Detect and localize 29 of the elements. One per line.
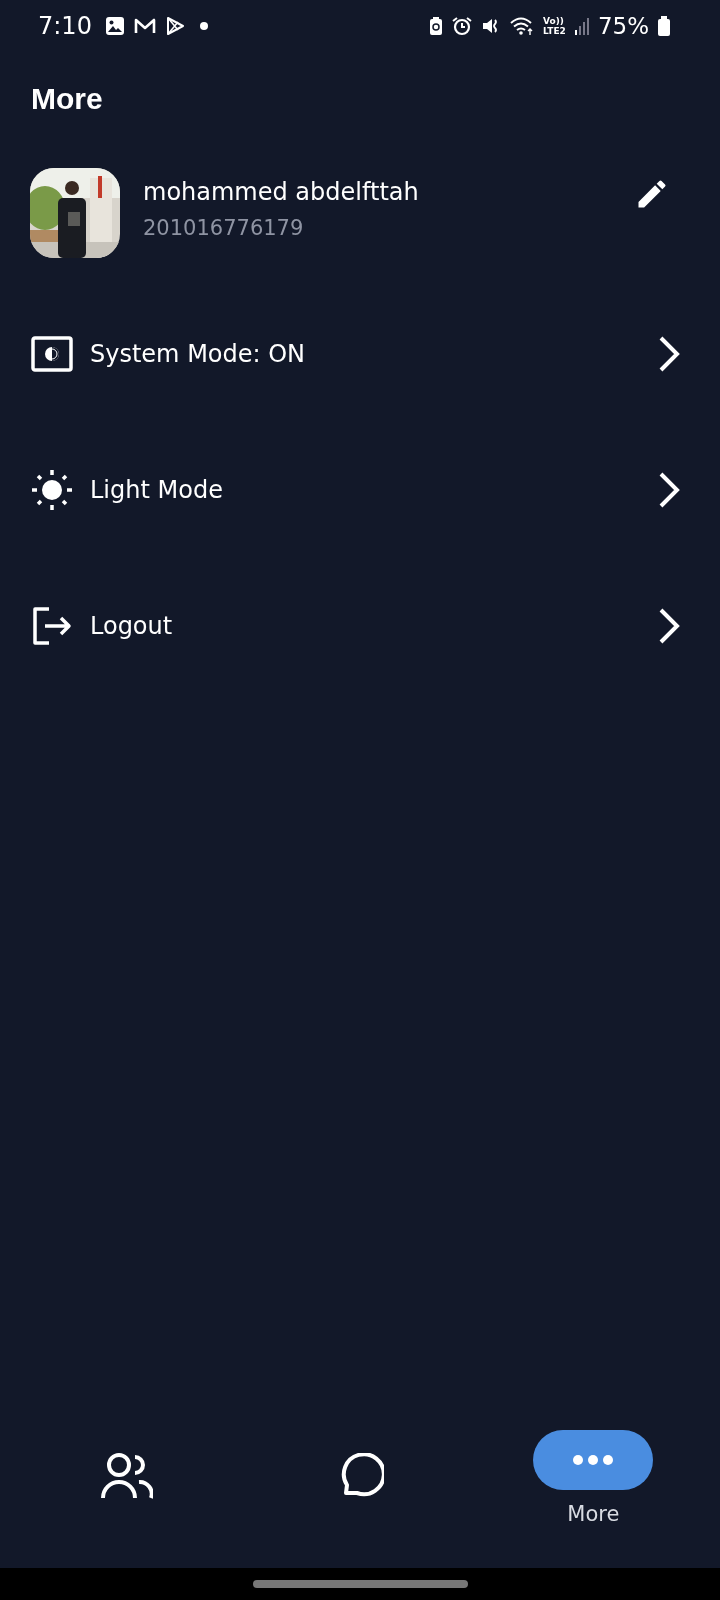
menu-item[interactable]: Light Mode: [0, 470, 720, 510]
people-icon: [100, 1452, 153, 1500]
battery-icon: [658, 16, 670, 36]
more-dots-icon: [573, 1455, 614, 1465]
dot-icon: [199, 22, 208, 30]
alarm-icon: [452, 16, 473, 36]
sun-icon: [31, 469, 73, 511]
logout-icon: [31, 607, 73, 645]
image-icon: [104, 16, 125, 36]
profile-phone: 201016776179: [143, 216, 305, 240]
profile-name: mohammed abdelfttah: [143, 178, 420, 206]
wifi-icon: [510, 16, 535, 36]
signal-icon: [574, 17, 589, 35]
menu-item[interactable]: Logout: [0, 606, 720, 646]
chevron-right-icon: [658, 607, 680, 645]
menu-item[interactable]: System Mode: ON: [0, 334, 720, 374]
volte-label: Vo)): [543, 16, 565, 26]
battery-percent: 75%: [597, 13, 649, 39]
battery-saver-icon: [429, 16, 444, 36]
nav-label: More: [567, 1502, 620, 1526]
status-time: 7:10: [38, 12, 92, 40]
chevron-right-icon: [658, 471, 680, 509]
page-title: More: [30, 81, 104, 117]
brightness-screen-icon: [31, 336, 73, 372]
play-icon: [164, 16, 185, 36]
chevron-right-icon: [658, 335, 680, 373]
network-type-label: LTE2: [543, 26, 566, 36]
mail-icon: [133, 16, 156, 36]
nav-tab[interactable]: [533, 1430, 654, 1490]
